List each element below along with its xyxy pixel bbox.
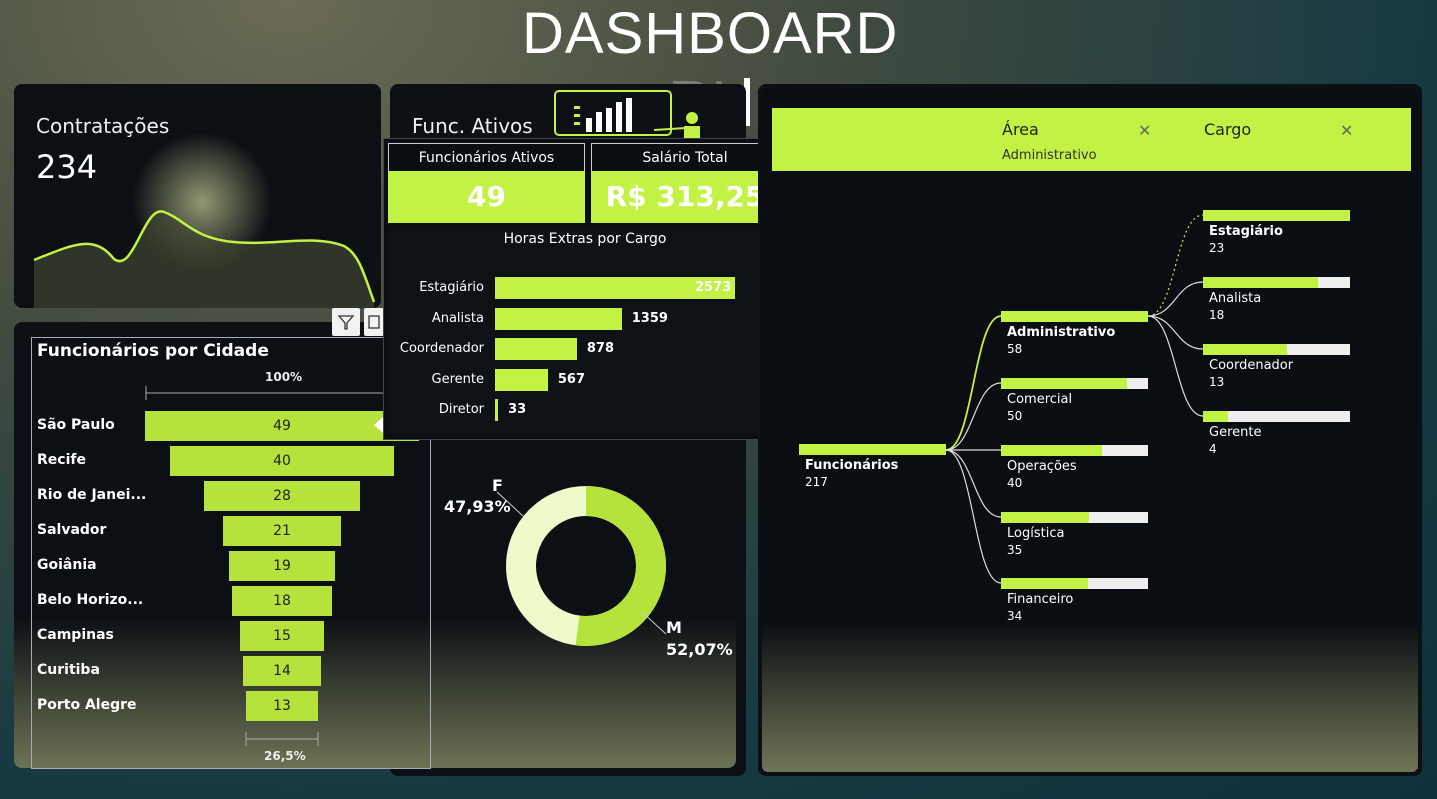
cargo-node-value: 23 — [1209, 241, 1225, 255]
area-node-value: 58 — [1007, 342, 1023, 356]
cargo-node-bar-fill — [1203, 344, 1287, 355]
area-node-bar[interactable] — [1001, 378, 1148, 389]
cargo-node-bar-fill — [1203, 210, 1350, 221]
area-node-bar-fill — [1001, 512, 1090, 523]
area-node-name: Administrativo — [1007, 325, 1116, 340]
tree-link — [1147, 214, 1204, 317]
area-node-bar-fill — [1001, 311, 1148, 322]
cargo-node-value: 4 — [1209, 442, 1217, 456]
area-node-bar[interactable] — [1001, 512, 1148, 523]
tree-link — [945, 315, 1002, 451]
cargo-node-value: 18 — [1209, 308, 1225, 322]
area-node-name: Financeiro — [1007, 592, 1074, 607]
area-node-bar-fill — [1001, 378, 1128, 389]
area-node-name: Comercial — [1007, 392, 1073, 407]
cargo-node-value: 13 — [1209, 375, 1225, 389]
cargo-node-name: Coordenador — [1209, 358, 1294, 373]
tree-link — [945, 449, 1002, 518]
area-node-bar-fill — [1001, 578, 1088, 589]
root-node-bar[interactable] — [799, 444, 946, 455]
cargo-node-bar[interactable] — [1203, 277, 1350, 288]
tree-link — [945, 449, 1002, 584]
area-node-value: 35 — [1007, 543, 1023, 557]
root-node-value: 217 — [805, 475, 828, 489]
cargo-node-name: Gerente — [1209, 425, 1262, 440]
area-node-bar-fill — [1001, 445, 1103, 456]
tree-link — [1147, 315, 1204, 417]
tree-link — [1147, 315, 1204, 350]
area-node-name: Operações — [1007, 459, 1077, 474]
cargo-node-bar[interactable] — [1203, 210, 1350, 221]
tree-link — [1147, 281, 1204, 317]
area-node-bar[interactable] — [1001, 445, 1148, 456]
cargo-node-bar[interactable] — [1203, 344, 1350, 355]
tree-connectors — [945, 214, 1204, 584]
cargo-node-bar-fill — [1203, 411, 1228, 422]
area-node-bar[interactable] — [1001, 578, 1148, 589]
root-node-name: Funcionários — [805, 458, 899, 473]
area-node-name: Logística — [1007, 526, 1065, 541]
area-node-value: 40 — [1007, 476, 1023, 490]
cargo-node-name: Estagiário — [1209, 224, 1283, 239]
cargo-node-bar-fill — [1203, 277, 1318, 288]
area-node-bar[interactable] — [1001, 311, 1148, 322]
cargo-node-bar[interactable] — [1203, 411, 1350, 422]
area-node-value: 50 — [1007, 409, 1023, 423]
cargo-node-name: Analista — [1209, 291, 1262, 306]
area-node-value: 34 — [1007, 609, 1023, 623]
root-node-bar-fill — [799, 444, 946, 455]
tree-link — [945, 382, 1002, 451]
